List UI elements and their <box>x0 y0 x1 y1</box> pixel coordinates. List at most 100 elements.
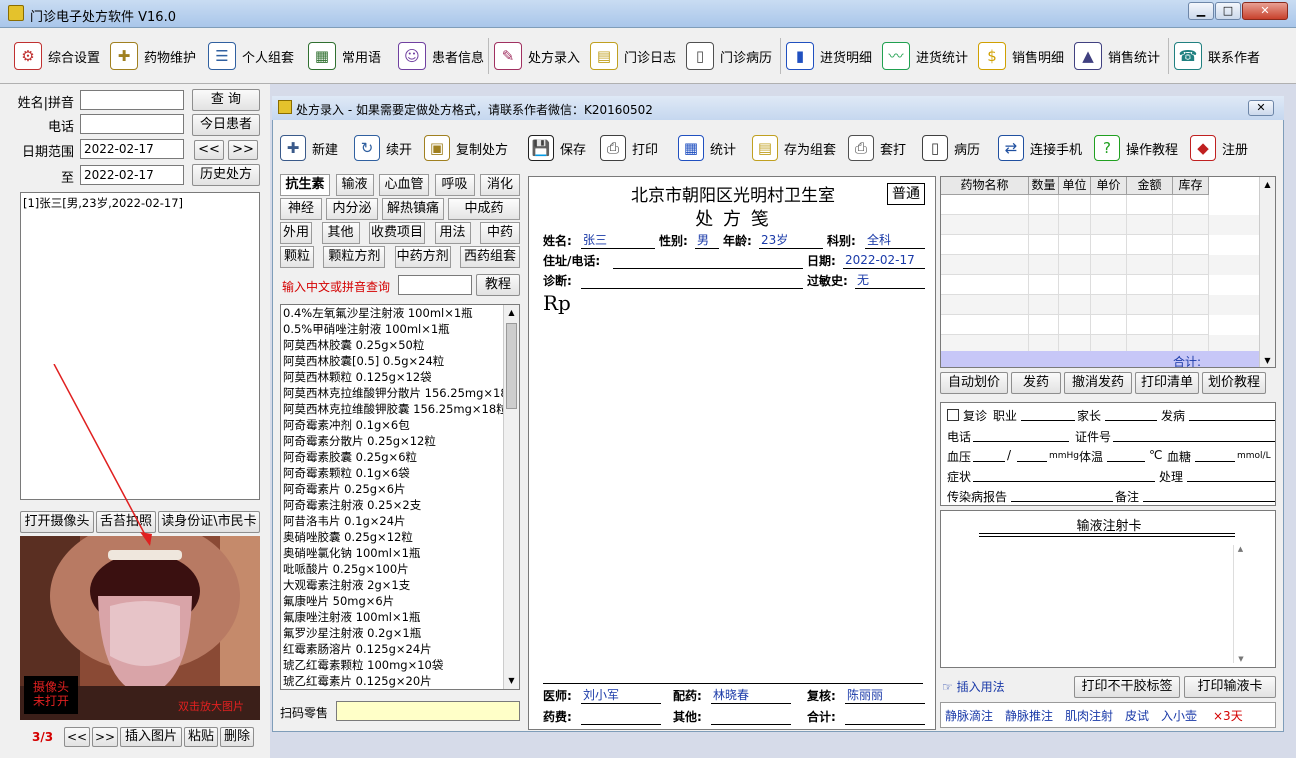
rx-toolbar-connect-phone-button[interactable]: ⇄ 连接手机 <box>998 132 1082 164</box>
grid-cell[interactable] <box>1173 315 1209 335</box>
insert-image-button[interactable]: 插入图片 <box>120 727 182 747</box>
treat-field[interactable] <box>1187 468 1275 482</box>
drug-list-item[interactable]: 0.5%甲硝唑注射液 100ml×1瓶 <box>281 321 505 337</box>
rx-doctor-value[interactable]: 刘小军 <box>581 686 661 704</box>
drug-list-item[interactable]: 阿莫西林颗粒 0.125g×12袋 <box>281 369 505 385</box>
parent-field[interactable] <box>1105 407 1157 421</box>
grid-cell[interactable] <box>1059 255 1091 275</box>
grid-empty-row[interactable] <box>941 215 1275 235</box>
sugar-field[interactable] <box>1195 448 1235 462</box>
grid-cell[interactable] <box>1173 195 1209 215</box>
category-tab[interactable]: 收费项目 <box>369 222 425 244</box>
rx-toolbar-continue-button[interactable]: ↻ 续开 <box>354 132 412 164</box>
pricing-action-button[interactable]: 撤消发药 <box>1064 372 1132 394</box>
grid-column-header[interactable]: 单价 <box>1091 177 1127 195</box>
rx-date-value[interactable]: 2022-02-17 <box>843 251 925 269</box>
maximize-button[interactable]: □ <box>1215 2 1241 20</box>
category-tab[interactable]: 抗生素 <box>280 174 330 196</box>
category-tab[interactable]: 心血管 <box>379 174 429 196</box>
rx-window-close-button[interactable]: ✕ <box>1248 100 1274 116</box>
grid-cell[interactable] <box>1091 295 1127 315</box>
close-button[interactable]: ✕ <box>1242 2 1288 20</box>
minimize-button[interactable]: ▁ <box>1188 2 1214 20</box>
grid-scroll-up-icon[interactable]: ▲ <box>1260 177 1275 193</box>
grid-column-header[interactable]: 金额 <box>1127 177 1173 195</box>
rx-dispense-value[interactable]: 林晓春 <box>711 686 791 704</box>
grid-cell[interactable] <box>1091 255 1127 275</box>
grid-cell[interactable] <box>1127 235 1173 255</box>
delete-image-button[interactable]: 删除 <box>220 727 254 747</box>
grid-cell[interactable] <box>1127 255 1173 275</box>
drug-list-item[interactable]: 阿奇霉素片 0.25g×6片 <box>281 481 505 497</box>
symptom-field[interactable] <box>973 468 1155 482</box>
category-tab[interactable]: 西药组套 <box>460 246 520 268</box>
usage-shortcut-link[interactable]: 肌肉注射 <box>1065 707 1113 724</box>
toolbar-pen-button[interactable]: ✎ 处方录入 <box>494 40 580 72</box>
grid-cell[interactable] <box>1173 275 1209 295</box>
grid-empty-row[interactable] <box>941 295 1275 315</box>
rx-toolbar-save-button[interactable]: 💾 保存 <box>528 132 586 164</box>
drug-list-item[interactable]: 阿莫西林胶囊 0.25g×50粒 <box>281 337 505 353</box>
grid-cell[interactable] <box>1029 255 1059 275</box>
category-tab[interactable]: 神经 <box>280 198 322 220</box>
drug-list-item[interactable]: 阿奇霉素分散片 0.25g×12粒 <box>281 433 505 449</box>
rx-name-value[interactable]: 张三 <box>581 231 655 249</box>
pricing-action-button[interactable]: 划价教程 <box>1202 372 1266 394</box>
category-tab[interactable]: 中药 <box>480 222 520 244</box>
note-field[interactable] <box>1143 488 1275 502</box>
grid-cell[interactable] <box>1059 215 1091 235</box>
rx-toolbar-print-button[interactable]: ⎙ 打印 <box>600 132 658 164</box>
grid-cell[interactable] <box>941 255 1029 275</box>
drug-list-item[interactable]: 阿莫西林胶囊[0.5] 0.5g×24粒 <box>281 353 505 369</box>
category-tab[interactable]: 颗粒 <box>280 246 314 268</box>
rx-allergy-value[interactable]: 无 <box>855 271 925 289</box>
category-tab[interactable]: 解热镇痛 <box>382 198 444 220</box>
photo-next-button[interactable]: >> <box>92 727 118 747</box>
phone-input[interactable] <box>80 114 184 134</box>
toolbar-list-button[interactable]: ☰ 个人组套 <box>208 40 294 72</box>
category-tab[interactable]: 输液 <box>335 174 374 196</box>
category-tab[interactable]: 中成药 <box>448 198 520 220</box>
grid-empty-row[interactable] <box>941 275 1275 295</box>
pricing-action-button[interactable]: 打印清单 <box>1135 372 1199 394</box>
grid-cell[interactable] <box>1059 275 1091 295</box>
print-label-button[interactable]: 打印不干胶标签 <box>1074 676 1180 698</box>
rx-toolbar-stats-cursor-button[interactable]: ▦ 统计 <box>678 132 736 164</box>
drug-list-item[interactable]: 0.4%左氧氟沙星注射液 100ml×1瓶 <box>281 305 505 321</box>
toolbar-gear-disc-button[interactable]: ⚙ 综合设置 <box>14 40 100 72</box>
grid-cell[interactable] <box>1029 295 1059 315</box>
grid-cell[interactable] <box>1091 195 1127 215</box>
rx-check-value[interactable]: 陈丽丽 <box>845 686 925 704</box>
drug-list-item[interactable]: 阿莫西林克拉维酸钾胶囊 156.25mg×18粒 <box>281 401 505 417</box>
drug-list-item[interactable]: 奥硝唑胶囊 0.25g×12粒 <box>281 529 505 545</box>
category-tab[interactable]: 中药方剂 <box>394 246 451 268</box>
grid-empty-row[interactable] <box>941 235 1275 255</box>
toolbar-patients-button[interactable]: ☺ 患者信息 <box>398 40 484 72</box>
rx-toolbar-help-button[interactable]: ? 操作教程 <box>1094 132 1178 164</box>
grid-cell[interactable] <box>1059 295 1091 315</box>
drug-list-item[interactable]: 吡哌酸片 0.25g×100片 <box>281 561 505 577</box>
history-rx-button[interactable]: 历史处方 <box>192 164 260 186</box>
toolbar-line-chart-button[interactable]: 〰进货统计 <box>882 40 968 72</box>
drug-list-item[interactable]: 氟罗沙星注射液 0.2g×1瓶 <box>281 625 505 641</box>
grid-cell[interactable] <box>1127 315 1173 335</box>
grid-cell[interactable] <box>941 235 1029 255</box>
date-from-input[interactable]: 2022-02-17 <box>80 139 184 159</box>
grid-cell[interactable] <box>1127 295 1173 315</box>
pricing-action-button[interactable]: 发药 <box>1011 372 1061 394</box>
category-tab[interactable]: 消化 <box>480 174 520 196</box>
grid-cell[interactable] <box>1029 215 1059 235</box>
bp-high-field[interactable] <box>973 448 1005 462</box>
grid-cell[interactable] <box>941 295 1029 315</box>
rx-total-value[interactable] <box>845 707 925 725</box>
job-field[interactable] <box>1021 407 1075 421</box>
category-tab[interactable]: 颗粒方剂 <box>323 246 386 268</box>
rx-fee-value[interactable] <box>581 707 661 725</box>
rx-other-value[interactable] <box>711 707 791 725</box>
usage-shortcut-link[interactable]: ×3天 <box>1213 707 1243 724</box>
grid-cell[interactable] <box>1029 275 1059 295</box>
rx-toolbar-printer-button[interactable]: ⎙ 套打 <box>848 132 906 164</box>
category-tab[interactable]: 外用 <box>280 222 312 244</box>
drug-list-item[interactable]: 氟康唑片 50mg×6片 <box>281 593 505 609</box>
query-button[interactable]: 查 询 <box>192 89 260 111</box>
